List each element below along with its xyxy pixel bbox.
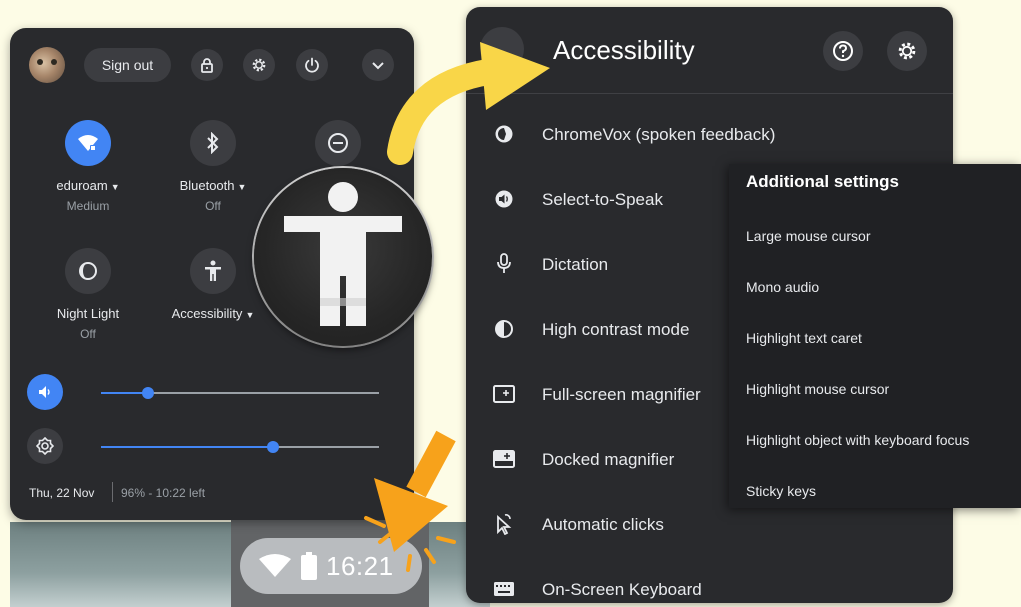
date-label[interactable]: Thu, 22 Nov: [29, 486, 94, 500]
tray-wifi-icon: [259, 554, 291, 577]
do-not-disturb-toggle[interactable]: [315, 120, 361, 166]
wifi-icon: [78, 135, 98, 151]
help-button[interactable]: [823, 31, 863, 71]
volume-slider-fill: [101, 392, 149, 394]
auto-click-icon: [492, 512, 516, 536]
bluetooth-dropdown-icon: ▼: [237, 182, 247, 192]
night-light-label[interactable]: Night Light: [38, 306, 138, 321]
setting-sticky-keys[interactable]: Sticky keys: [746, 483, 816, 499]
volume-slider[interactable]: [101, 387, 379, 399]
a11y-item-label: Docked magnifier: [542, 450, 675, 469]
a11y-item-label: High contrast mode: [542, 320, 690, 339]
feature-night-light: Night Light Off: [38, 248, 138, 341]
power-icon: [305, 57, 319, 73]
keyboard-icon: [492, 577, 516, 601]
brightness-slider-thumb[interactable]: [267, 441, 280, 453]
accessibility-toggle[interactable]: [190, 248, 236, 294]
accessibility-badge: [254, 168, 432, 346]
bluetooth-label-text: Bluetooth: [179, 178, 235, 193]
microphone-icon: [492, 252, 516, 276]
feature-bluetooth: Bluetooth ▼ Off: [163, 120, 263, 213]
page-title: Accessibility: [553, 35, 695, 65]
wifi-status: Medium: [66, 199, 110, 213]
wifi-dropdown-icon: ▼: [110, 182, 120, 192]
tray-battery-icon: [301, 552, 317, 580]
bluetooth-icon: [207, 132, 219, 154]
brightness-button[interactable]: [27, 428, 63, 464]
lock-icon: [201, 58, 213, 73]
a11y-item-label: Automatic clicks: [542, 515, 664, 534]
gear-icon: [898, 42, 916, 60]
setting-mono-audio[interactable]: Mono audio: [746, 279, 819, 295]
lock-button[interactable]: [191, 49, 223, 81]
night-light-toggle[interactable]: [65, 248, 111, 294]
brightness-slider[interactable]: [101, 441, 379, 453]
a11y-item-on-screen-keyboard[interactable]: On-Screen Keyboard: [466, 569, 953, 603]
setting-large-mouse-cursor[interactable]: Large mouse cursor: [746, 228, 871, 244]
sign-out-button[interactable]: Sign out: [84, 48, 171, 82]
do-not-disturb-icon: [328, 133, 348, 153]
setting-highlight-mouse-cursor[interactable]: Highlight mouse cursor: [746, 381, 889, 397]
power-button[interactable]: [296, 49, 328, 81]
bluetooth-status: Off: [205, 199, 221, 213]
volume-mute-button[interactable]: [27, 374, 63, 410]
volume-slider-thumb[interactable]: [142, 387, 155, 399]
setting-highlight-text-caret[interactable]: Highlight text caret: [746, 330, 862, 346]
wifi-toggle[interactable]: [65, 120, 111, 166]
additional-settings-title: Additional settings: [746, 172, 899, 191]
a11y-settings-button[interactable]: [887, 31, 927, 71]
wifi-label-text: eduroam: [56, 178, 108, 193]
a11y-item-automatic-clicks[interactable]: Automatic clicks: [466, 504, 953, 544]
battery-status: 96% - 10:22 left: [121, 486, 206, 500]
accessibility-label[interactable]: Accessibility ▼: [163, 306, 263, 321]
a11y-item-label: Dictation: [542, 255, 609, 274]
footer-divider: [112, 482, 113, 502]
additional-settings-panel: Additional settings Large mouse cursor M…: [729, 164, 1021, 508]
a11y-item-label: ChromeVox (spoken feedback): [542, 125, 776, 144]
brightness-slider-fill: [101, 446, 274, 448]
a11y-item-label: Full-screen magnifier: [542, 385, 701, 404]
fullscreen-magnifier-icon: [492, 382, 516, 406]
contrast-icon: [492, 317, 516, 341]
accessibility-label-text: Accessibility: [171, 306, 243, 321]
bluetooth-toggle[interactable]: [190, 120, 236, 166]
orange-arrow-graphic: [364, 430, 456, 572]
accessibility-icon: [205, 260, 221, 281]
yellow-arrow-graphic: [387, 42, 550, 165]
avatar[interactable]: [29, 47, 65, 83]
night-light-status: Off: [80, 327, 96, 341]
a11y-item-label: Select-to-Speak: [542, 190, 663, 209]
night-light-icon: [79, 262, 97, 280]
feature-accessibility: Accessibility ▼: [163, 248, 263, 321]
accessibility-figure-icon: [284, 182, 402, 326]
brightness-icon: [36, 437, 54, 455]
tutorial-scene: 16:21 Sign out eduroam ▼ Medium Bluetoot…: [0, 0, 1021, 607]
help-icon: [833, 41, 853, 61]
feature-wifi: eduroam ▼ Medium: [38, 120, 138, 213]
setting-highlight-keyboard-focus[interactable]: Highlight object with keyboard focus: [746, 432, 969, 448]
bluetooth-label[interactable]: Bluetooth ▼: [163, 178, 263, 193]
wifi-label[interactable]: eduroam ▼: [38, 178, 138, 193]
volume-icon: [39, 386, 50, 398]
select-to-speak-icon: [492, 187, 516, 211]
docked-magnifier-icon: [492, 447, 516, 471]
settings-button[interactable]: [243, 49, 275, 81]
a11y-item-label: On-Screen Keyboard: [542, 580, 702, 599]
gear-icon: [252, 58, 266, 72]
